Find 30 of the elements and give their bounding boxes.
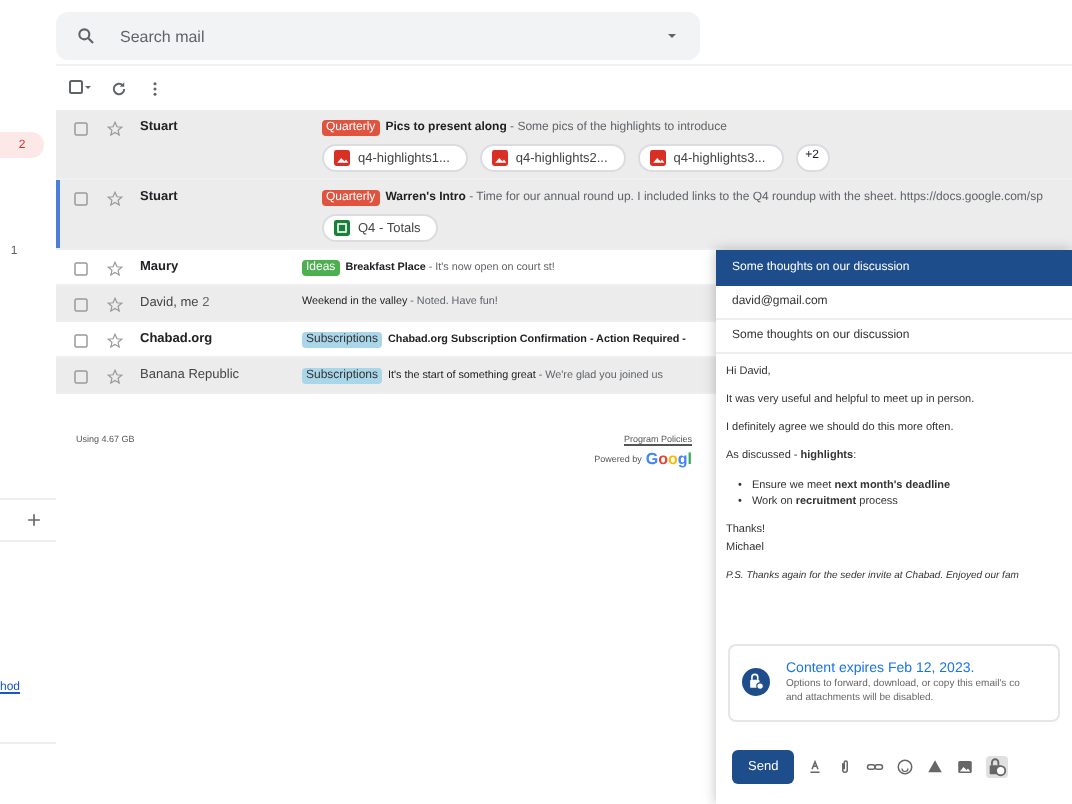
image-file-icon [649, 150, 666, 166]
refresh-icon[interactable] [110, 79, 128, 97]
checkbox-icon[interactable] [72, 368, 90, 386]
triangle-icon[interactable] [926, 758, 945, 776]
star-icon[interactable] [106, 260, 124, 278]
link-icon[interactable] [866, 758, 885, 776]
star-icon[interactable] [106, 296, 124, 314]
lock-clock-icon[interactable] [986, 756, 1009, 778]
search-field[interactable]: Search mail [56, 12, 700, 60]
star-icon[interactable] [106, 120, 124, 138]
select-all-checkbox-icon[interactable] [68, 76, 92, 100]
photo-icon[interactable] [956, 758, 975, 776]
plus-icon[interactable] [24, 510, 44, 530]
star-icon[interactable] [106, 332, 124, 350]
google-logo: Googl [645, 450, 692, 468]
checkbox-icon[interactable] [72, 260, 90, 278]
star-icon[interactable] [106, 368, 124, 386]
checkbox-icon[interactable] [72, 190, 90, 208]
search-icon[interactable] [76, 26, 96, 46]
image-file-icon [334, 150, 350, 166]
spreadsheet-icon [334, 220, 350, 236]
lock-clock-icon [742, 668, 770, 697]
checkbox-icon[interactable] [72, 120, 90, 138]
image-file-icon [491, 150, 508, 166]
checkbox-icon[interactable] [72, 296, 90, 314]
checkbox-icon[interactable] [72, 332, 90, 350]
emoji-icon[interactable] [896, 758, 915, 776]
text-format-icon[interactable] [806, 758, 825, 776]
dropdown-caret-icon[interactable] [664, 28, 680, 44]
star-icon[interactable] [106, 190, 124, 208]
